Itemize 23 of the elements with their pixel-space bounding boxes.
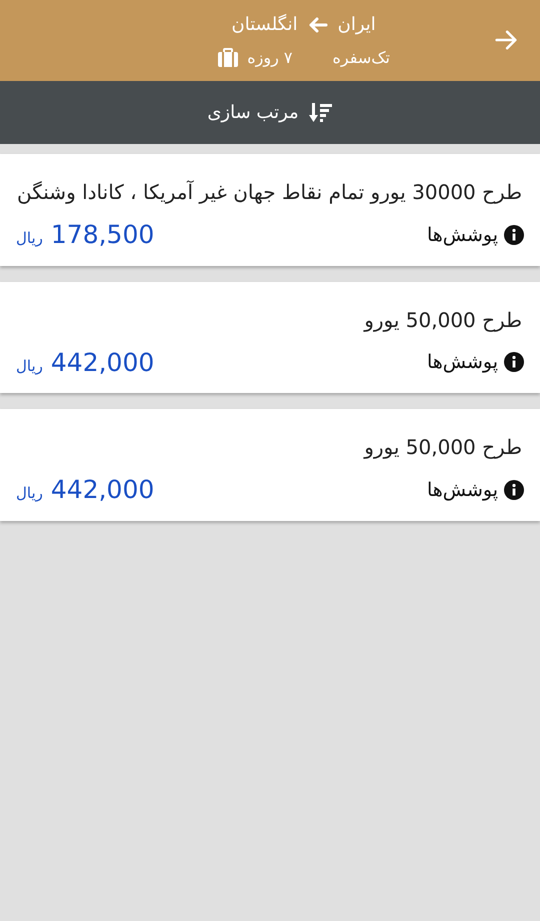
duration-text: ۷ روزه	[247, 47, 293, 69]
sort-icon	[308, 102, 333, 124]
plan-title: طرح 50,000 یورو	[362, 434, 523, 461]
coverage-link[interactable]: پوشش‌ها	[426, 348, 498, 376]
arrow-icon	[308, 16, 328, 34]
info-icon	[504, 480, 524, 500]
price-text: 178,500	[50, 219, 154, 251]
currency-text: ریال	[16, 228, 43, 249]
info-icon	[504, 224, 524, 245]
currency-text: ریال	[16, 356, 43, 377]
trip-type-text: تک‌سفره	[332, 47, 390, 69]
destination-text: انگلستان	[232, 13, 298, 37]
coverage-link[interactable]: پوشش‌ها	[426, 220, 498, 249]
currency-text: ریال	[16, 483, 43, 504]
coverage-link[interactable]: پوشش‌ها	[426, 476, 498, 504]
price-text: 442,000	[50, 474, 154, 506]
origin-text: ایران	[338, 13, 376, 37]
suitcase-icon	[217, 48, 240, 68]
sort-button[interactable]: مرتب سازی	[0, 81, 540, 144]
info-icon	[504, 352, 524, 372]
price-text: 442,000	[50, 346, 154, 378]
plan-title: طرح 50,000 یورو	[362, 306, 523, 334]
plan-title: طرح 30000 یورو تمام نقاط جهان غیر آمریکا ، کانادا وشنگن	[16, 179, 523, 206]
